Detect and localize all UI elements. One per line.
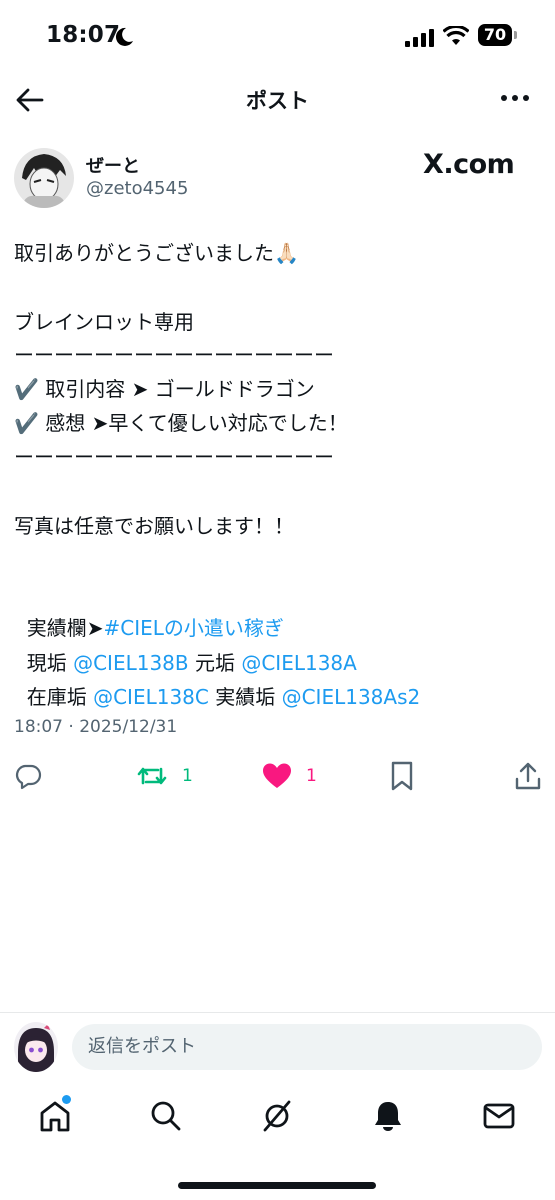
heart-icon: [263, 763, 291, 788]
author-avatar[interactable]: [14, 148, 74, 208]
user-avatar[interactable]: [14, 1022, 58, 1072]
notification-dot: [62, 1095, 71, 1104]
post-text-line: ✔️ 取引内容 ➤ ゴールドドラゴン: [14, 377, 315, 401]
status-time: 18:07: [46, 22, 121, 48]
reply-input[interactable]: 返信をポスト: [72, 1024, 542, 1070]
bookmark-icon: [391, 761, 413, 791]
author-name[interactable]: ぜーと: [86, 152, 140, 178]
reply-icon: [15, 764, 42, 790]
battery-tip: [514, 31, 517, 39]
post-text: 在庫垢: [26, 685, 94, 709]
like-count: 1: [306, 766, 317, 786]
search-icon[interactable]: [148, 1098, 184, 1134]
messages-icon[interactable]: [481, 1098, 517, 1134]
grok-icon[interactable]: [259, 1098, 295, 1134]
signal-icon: [405, 29, 434, 47]
share-icon: [515, 762, 541, 790]
post-text: 実績垢: [208, 685, 282, 709]
post-text-line: ーーーーーーーーーーーーーーーー: [14, 445, 334, 469]
retweet-icon: [137, 767, 167, 785]
post-text-line: ✔️ 感想 ➤早くて優しい対応でした！: [14, 411, 348, 435]
post-text-line: ブレインロット専用: [14, 310, 194, 334]
share-button[interactable]: [514, 760, 542, 792]
battery-indicator: 70: [478, 24, 512, 46]
post-text-line: 取引ありがとうございました🙏🏻: [14, 241, 299, 265]
post-text-line: ーーーーーーーーーーーーーーーー: [14, 343, 334, 367]
retweet-count: 1: [182, 766, 193, 786]
post-text-line: 在庫垢 @CIEL138C 実績垢 @CIEL138As2: [14, 646, 421, 714]
moon-icon: [115, 27, 133, 46]
divider: [0, 1012, 555, 1013]
bookmark-button[interactable]: [390, 760, 414, 792]
wifi-icon: [443, 26, 469, 45]
author-handle[interactable]: @zeto4545: [86, 178, 188, 199]
like-button[interactable]: 1: [262, 760, 317, 792]
post-text-line: 写真は任意でお願いします！！: [14, 514, 294, 538]
retweet-button[interactable]: 1: [136, 760, 193, 792]
post-timestamp[interactable]: 18:07 · 2025/12/31: [14, 717, 177, 737]
more-options-icon[interactable]: [498, 86, 532, 110]
x-com-watermark: X.com: [423, 149, 515, 180]
mention-link[interactable]: @CIEL138As2: [282, 685, 421, 709]
page-title: ポスト: [246, 89, 309, 113]
reply-button[interactable]: [14, 760, 42, 792]
mention-link[interactable]: @CIEL138C: [93, 685, 209, 709]
notifications-icon[interactable]: [370, 1098, 406, 1134]
home-indicator: [178, 1182, 376, 1189]
